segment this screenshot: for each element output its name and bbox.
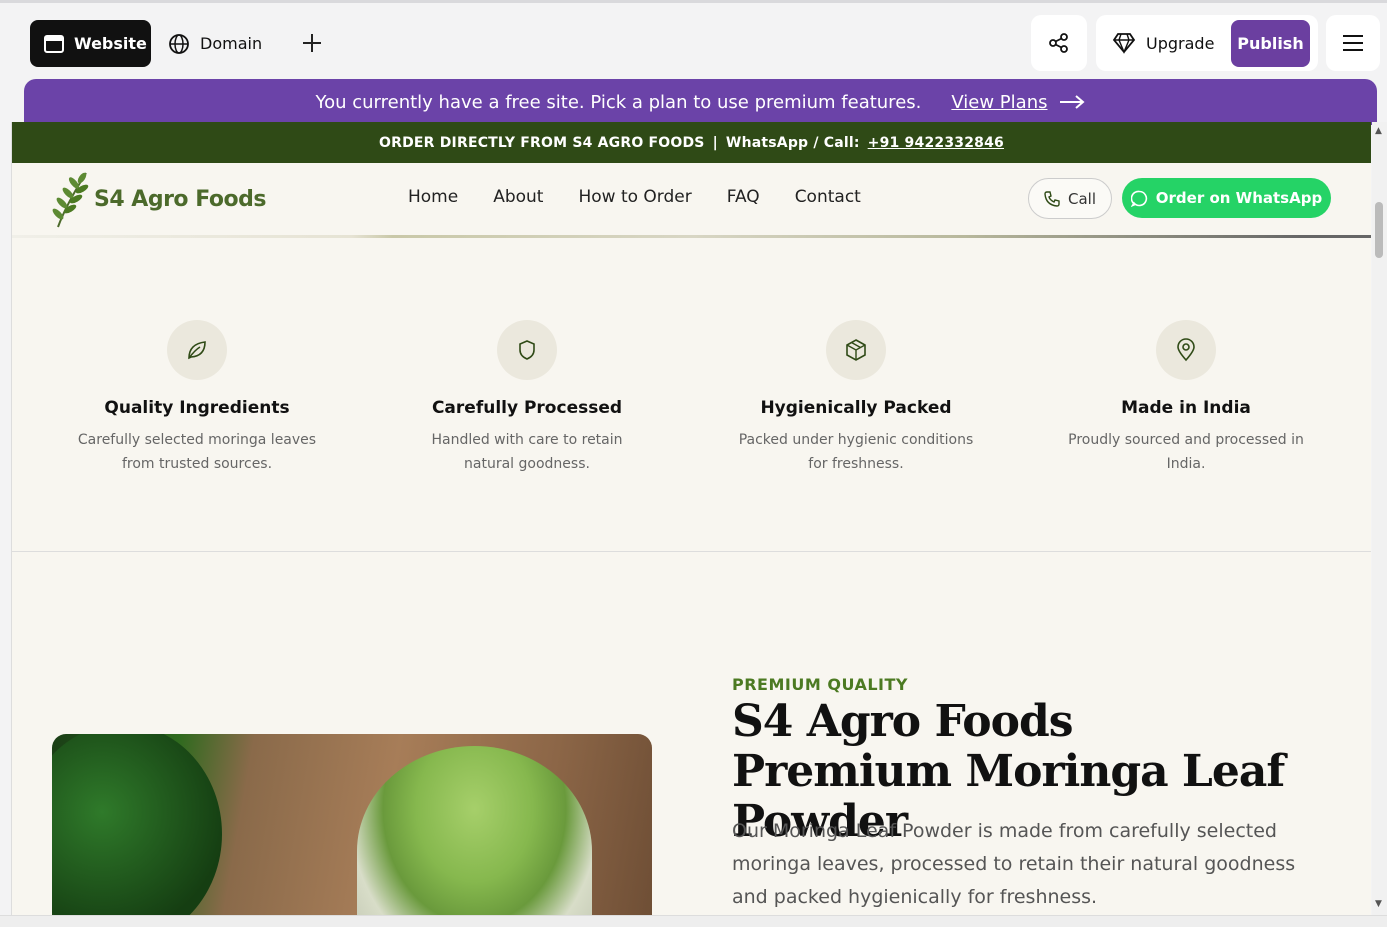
moringa-powder-image: [52, 734, 652, 915]
tab-website[interactable]: Website: [30, 20, 151, 67]
scroll-down-arrow-icon[interactable]: ▼: [1375, 899, 1382, 909]
feature-desc: Packed under hygienic conditions for fre…: [738, 432, 974, 472]
product-description: Our Moringa Leaf Powder is made from car…: [732, 820, 1296, 908]
feature-quality-ingredients: Quality Ingredients Carefully selected m…: [47, 320, 347, 476]
shield-icon: [497, 320, 557, 380]
upgrade-publish-group: Upgrade Publish: [1096, 15, 1318, 71]
feature-carefully-processed: Carefully Processed Handled with care to…: [377, 320, 677, 476]
location-pin-icon: [1156, 320, 1216, 380]
nav-contact[interactable]: Contact: [795, 187, 861, 207]
nav-how-to-order[interactable]: How to Order: [578, 187, 691, 207]
plus-icon: [303, 34, 321, 52]
order-strip-lead: ORDER DIRECTLY FROM S4 AGRO FOODS: [379, 134, 705, 151]
phone-icon: [1044, 190, 1060, 207]
moringa-leaf-logo-icon: [52, 172, 89, 228]
site-logo[interactable]: S4 Agro Foods: [52, 169, 266, 229]
green-drink-glass: [52, 734, 222, 915]
share-icon: [1049, 33, 1068, 53]
publish-button[interactable]: Publish: [1231, 20, 1310, 67]
feature-title: Carefully Processed: [431, 398, 623, 418]
scrollbar-thumb[interactable]: [1375, 202, 1383, 258]
hamburger-menu-icon: [1343, 35, 1363, 51]
nav-links: Home About How to Order FAQ Contact: [408, 187, 861, 207]
globe-icon: [169, 33, 189, 54]
phone-link[interactable]: +91 9422332846: [868, 135, 1004, 151]
nav-about[interactable]: About: [493, 187, 543, 207]
view-plans-link[interactable]: View Plans: [951, 91, 1086, 113]
tab-domain[interactable]: Domain: [168, 20, 262, 67]
window-bottom-edge: [0, 915, 1387, 927]
scroll-up-arrow-icon[interactable]: ▲: [1375, 126, 1382, 136]
feature-title: Made in India: [1121, 398, 1251, 418]
features-section: Quality Ingredients Carefully selected m…: [12, 238, 1371, 552]
feature-hygienically-packed: Hygienically Packed Packed under hygieni…: [706, 320, 1006, 476]
view-plans-label: View Plans: [951, 91, 1048, 113]
product-kicker: PREMIUM QUALITY: [732, 675, 908, 694]
nav-home[interactable]: Home: [408, 187, 458, 207]
upgrade-label: Upgrade: [1146, 33, 1215, 53]
order-strip-separator: |: [712, 134, 718, 151]
banner-text: You currently have a free site. Pick a p…: [315, 91, 922, 113]
nav-faq[interactable]: FAQ: [727, 187, 760, 207]
tab-domain-label: Domain: [200, 34, 263, 53]
product-section: PREMIUM QUALITY S4 Agro Foods Premium Mo…: [12, 552, 1371, 915]
free-site-banner: You currently have a free site. Pick a p…: [24, 79, 1377, 125]
add-page-button[interactable]: [298, 29, 326, 57]
share-button[interactable]: [1031, 15, 1087, 71]
feature-title: Quality Ingredients: [104, 398, 290, 418]
call-label: Call: [1067, 189, 1096, 208]
moringa-powder-jar: [357, 746, 592, 915]
feature-desc: Proudly sourced and processed in India.: [1068, 432, 1304, 472]
logo-text: S4 Agro Foods: [94, 186, 266, 212]
browser-window-icon: [44, 34, 64, 53]
site-preview: ORDER DIRECTLY FROM S4 AGRO FOODS | What…: [11, 122, 1371, 915]
whatsapp-chat-icon: [1130, 190, 1147, 207]
editor-toolbar: Website Domain Upgrade Publish: [0, 0, 1387, 80]
arrow-right-icon: [1060, 95, 1086, 109]
order-on-whatsapp-button[interactable]: Order on WhatsApp: [1122, 178, 1331, 218]
feature-title: Hygienically Packed: [760, 398, 952, 418]
box-icon: [826, 320, 886, 380]
leaf-icon: [167, 320, 227, 380]
call-button[interactable]: Call: [1028, 178, 1112, 219]
feature-desc: Handled with care to retain natural good…: [431, 432, 623, 472]
tab-website-label: Website: [74, 34, 147, 53]
feature-desc: Carefully selected moringa leaves from t…: [77, 432, 317, 472]
preview-scrollbar[interactable]: ▲ ▼: [1372, 122, 1387, 915]
diamond-icon: [1112, 33, 1136, 54]
whatsapp-label: Order on WhatsApp: [1155, 189, 1323, 207]
upgrade-button[interactable]: Upgrade: [1112, 15, 1214, 71]
menu-button[interactable]: [1326, 15, 1380, 71]
order-strip: ORDER DIRECTLY FROM S4 AGRO FOODS | What…: [12, 122, 1371, 163]
site-nav: S4 Agro Foods Home About How to Order FA…: [12, 163, 1371, 235]
order-strip-contact-label: WhatsApp / Call:: [725, 134, 860, 151]
feature-made-in-india: Made in India Proudly sourced and proces…: [1036, 320, 1336, 476]
